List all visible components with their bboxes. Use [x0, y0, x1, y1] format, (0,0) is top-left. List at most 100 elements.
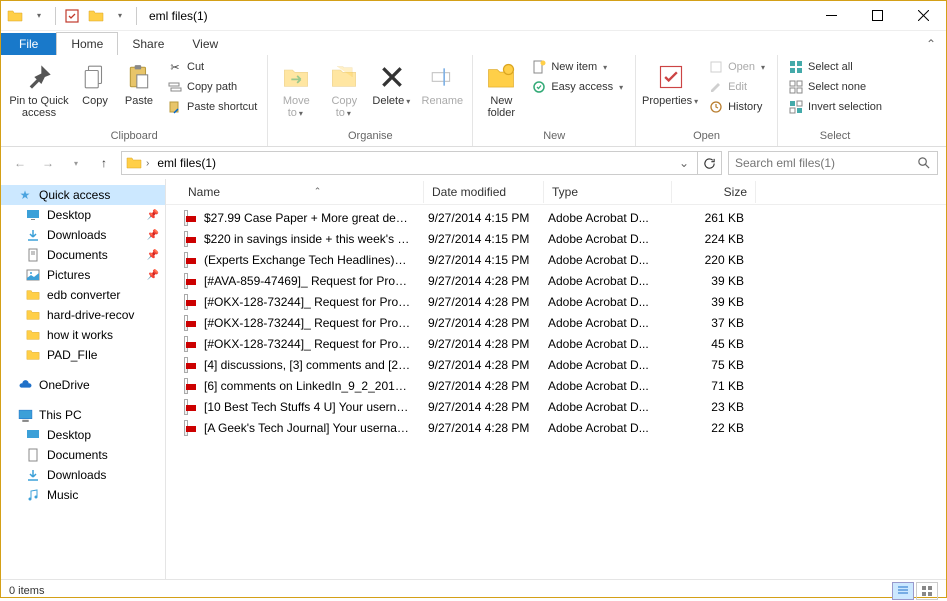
sidebar-item-edb[interactable]: edb converter — [1, 285, 165, 305]
file-type: Adobe Acrobat D... — [540, 295, 668, 309]
icons-view-button[interactable] — [916, 582, 938, 600]
file-type: Adobe Acrobat D... — [540, 274, 668, 288]
move-to-button[interactable]: Move to▾ — [274, 57, 318, 123]
file-row[interactable]: [A Geek's Tech Journal] Your username a.… — [176, 417, 946, 438]
cut-button[interactable]: ✂Cut — [163, 57, 261, 77]
maximize-button[interactable] — [854, 1, 900, 31]
file-row[interactable]: [#OKX-128-73244]_ Request for Product ..… — [176, 291, 946, 312]
sidebar-desktop-2[interactable]: Desktop — [1, 425, 165, 445]
new-folder-button[interactable]: New folder — [479, 57, 523, 123]
sidebar-pictures[interactable]: Pictures📌 — [1, 265, 165, 285]
file-date: 9/27/2014 4:15 PM — [420, 211, 540, 225]
file-row[interactable]: (Experts Exchange Tech Headlines)_15_11.… — [176, 249, 946, 270]
paste-shortcut-button[interactable]: Paste shortcut — [163, 97, 261, 117]
ribbon-collapse-icon[interactable]: ⌃ — [916, 33, 946, 55]
group-select-label: Select — [784, 128, 886, 144]
easy-access-button[interactable]: Easy access▾ — [527, 77, 629, 97]
sidebar-music[interactable]: Music — [1, 485, 165, 505]
tab-view[interactable]: View — [178, 33, 232, 55]
folder-app-icon — [5, 6, 25, 26]
file-size: 37 KB — [668, 316, 752, 330]
tab-home[interactable]: Home — [56, 32, 118, 55]
history-button[interactable]: History — [704, 97, 771, 117]
select-all-button[interactable]: Select all — [784, 57, 886, 77]
qat-dropdown-1[interactable]: ▾ — [29, 6, 49, 26]
minimize-button[interactable] — [808, 1, 854, 31]
pictures-icon — [25, 267, 41, 283]
select-none-button[interactable]: Select none — [784, 77, 886, 97]
new-item-button[interactable]: New item▾ — [527, 57, 629, 77]
column-name[interactable]: Name⌃ — [180, 181, 424, 203]
pin-icon: 📌 — [147, 230, 159, 241]
sidebar-documents-2[interactable]: Documents — [1, 445, 165, 465]
search-input[interactable] — [735, 156, 917, 170]
file-row[interactable]: [#AVA-859-47469]_ Request for Product ..… — [176, 270, 946, 291]
file-row[interactable]: $220 in savings inside + this week's ad!… — [176, 228, 946, 249]
file-row[interactable]: [#OKX-128-73244]_ Request for Product ..… — [176, 333, 946, 354]
sidebar-onedrive[interactable]: OneDrive — [1, 375, 165, 395]
file-type: Adobe Acrobat D... — [540, 421, 668, 435]
file-row[interactable]: [10 Best Tech Stuffs 4 U] Your username … — [176, 396, 946, 417]
tab-share[interactable]: Share — [118, 33, 178, 55]
refresh-button[interactable] — [698, 151, 722, 175]
pdf-file-icon — [176, 378, 196, 394]
file-name: [A Geek's Tech Journal] Your username a.… — [196, 421, 420, 435]
column-date[interactable]: Date modified — [424, 181, 544, 203]
sidebar-this-pc[interactable]: This PC — [1, 405, 165, 425]
new-folder-icon — [485, 61, 517, 93]
pin-quick-access-button[interactable]: Pin to Quick access — [7, 57, 71, 123]
nav-up-button[interactable]: ↑ — [93, 152, 115, 174]
sidebar-item-pad[interactable]: PAD_FIle — [1, 345, 165, 365]
invert-selection-button[interactable]: Invert selection — [784, 97, 886, 117]
sidebar-desktop[interactable]: Desktop📌 — [1, 205, 165, 225]
edit-button[interactable]: Edit — [704, 77, 771, 97]
file-row[interactable]: $27.99 Case Paper + More great deals to … — [176, 207, 946, 228]
breadcrumb[interactable]: eml files(1) — [153, 156, 220, 170]
copy-button[interactable]: Copy — [75, 57, 115, 111]
sidebar-item-how[interactable]: how it works — [1, 325, 165, 345]
file-type: Adobe Acrobat D... — [540, 379, 668, 393]
file-row[interactable]: [4] discussions, [3] comments and [2] jo… — [176, 354, 946, 375]
file-size: 23 KB — [668, 400, 752, 414]
qat-dropdown-2[interactable]: ▾ — [110, 6, 130, 26]
music-icon — [25, 487, 41, 503]
properties-button[interactable]: Properties▾ — [642, 57, 700, 111]
file-row[interactable]: [6] comments on LinkedIn_9_2_2014.pdf9/2… — [176, 375, 946, 396]
sidebar-quick-access[interactable]: ★Quick access — [1, 185, 165, 205]
file-size: 45 KB — [668, 337, 752, 351]
file-row[interactable]: [#OKX-128-73244]_ Request for Product ..… — [176, 312, 946, 333]
sidebar-downloads-2[interactable]: Downloads — [1, 465, 165, 485]
nav-forward-button[interactable]: → — [37, 152, 59, 174]
column-type[interactable]: Type — [544, 181, 672, 203]
rename-button[interactable]: Rename — [418, 57, 466, 111]
easy-access-icon — [531, 79, 547, 95]
folder-icon — [25, 287, 41, 303]
qat-properties-icon[interactable] — [62, 6, 82, 26]
onedrive-icon — [17, 377, 33, 393]
tab-file[interactable]: File — [1, 33, 56, 55]
sidebar-item-hdd[interactable]: hard-drive-recov — [1, 305, 165, 325]
search-box[interactable] — [728, 151, 938, 175]
nav-back-button[interactable]: ← — [9, 152, 31, 174]
address-dropdown-icon[interactable]: ⌄ — [675, 156, 693, 170]
qat-folder-icon[interactable] — [86, 6, 106, 26]
details-view-button[interactable] — [892, 582, 914, 600]
breadcrumb-separator-icon[interactable]: › — [146, 158, 149, 169]
file-date: 9/27/2014 4:28 PM — [420, 358, 540, 372]
column-size[interactable]: Size — [672, 181, 756, 203]
address-field[interactable]: › eml files(1) ⌄ — [121, 151, 698, 175]
file-size: 71 KB — [668, 379, 752, 393]
delete-button[interactable]: Delete▾ — [370, 57, 414, 111]
nav-history-dropdown[interactable]: ▾ — [65, 152, 87, 174]
rename-icon — [426, 61, 458, 93]
sidebar-downloads[interactable]: Downloads📌 — [1, 225, 165, 245]
open-button[interactable]: Open▾ — [704, 57, 771, 77]
paste-button[interactable]: Paste — [119, 57, 159, 111]
close-button[interactable] — [900, 1, 946, 31]
copy-to-button[interactable]: Copy to▾ — [322, 57, 366, 123]
title-bar: ▾ ▾ eml files(1) — [1, 1, 946, 31]
group-organise-label: Organise — [274, 128, 466, 144]
search-icon[interactable] — [917, 156, 931, 170]
sidebar-documents[interactable]: Documents📌 — [1, 245, 165, 265]
copy-path-button[interactable]: Copy path — [163, 77, 261, 97]
